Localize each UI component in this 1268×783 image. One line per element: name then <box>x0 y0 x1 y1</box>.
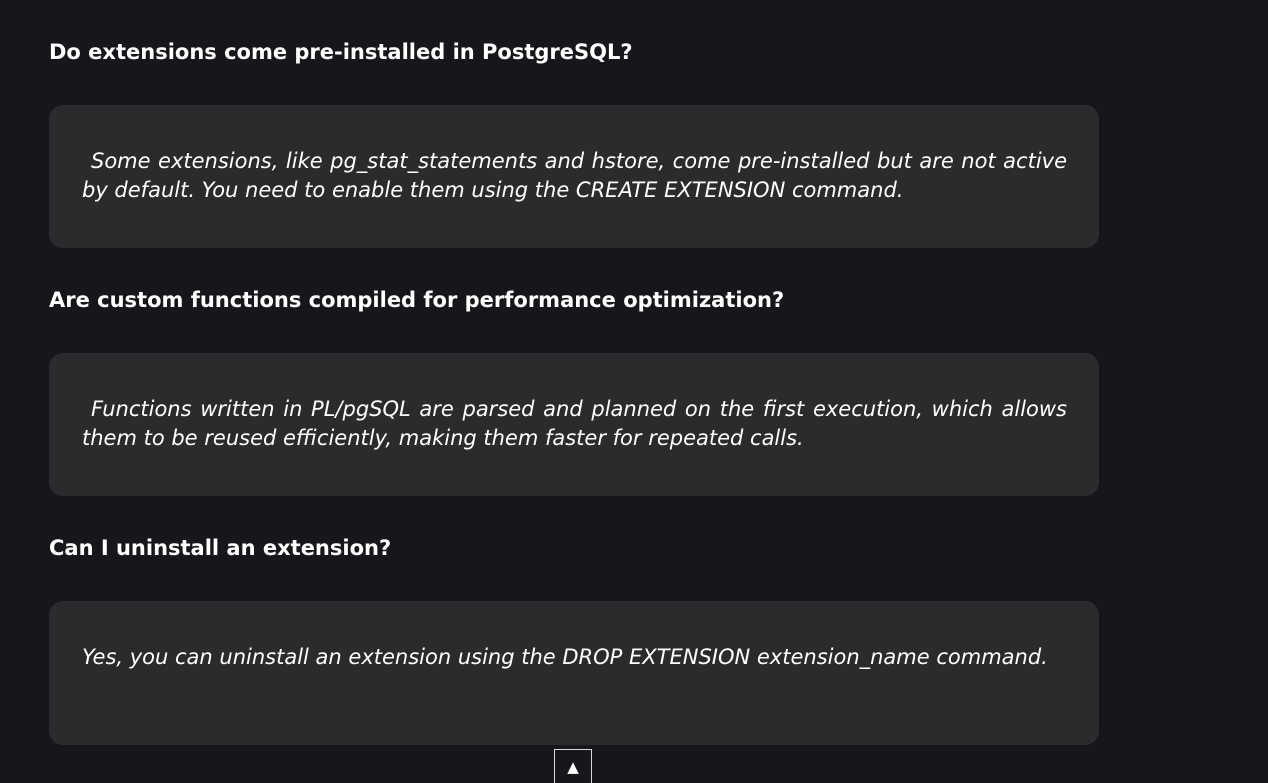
scroll-to-top-button[interactable]: ▲ <box>554 749 592 783</box>
faq-answer: Some extensions, like pg_stat_statements… <box>49 105 1099 248</box>
faq-question: Are custom functions compiled for perfor… <box>49 288 785 312</box>
faq-page: Do extensions come pre-installed in Post… <box>0 0 1268 783</box>
faq-item: Can I uninstall an extension? Yes, you c… <box>49 534 1099 745</box>
faq-question: Do extensions come pre-installed in Post… <box>49 40 633 64</box>
faq-question: Can I uninstall an extension? <box>49 536 392 560</box>
faq-answer: Functions written in PL/pgSQL are parsed… <box>49 353 1099 496</box>
faq-item: Are custom functions compiled for perfor… <box>49 286 1099 496</box>
arrow-up-icon: ▲ <box>567 758 579 776</box>
faq-item: Do extensions come pre-installed in Post… <box>49 38 1099 248</box>
faq-answer: Yes, you can uninstall an extension usin… <box>49 601 1099 745</box>
